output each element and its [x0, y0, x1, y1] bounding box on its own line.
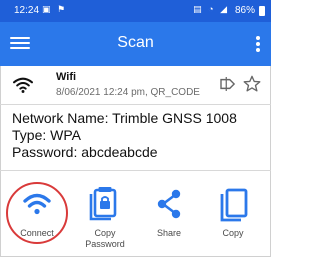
battery-icon: [259, 6, 265, 16]
more-vert-icon[interactable]: [255, 34, 261, 54]
copy-label: Copy: [222, 228, 244, 238]
result-header: Wifi 8/06/2021 12:24 pm, QR_CODE: [0, 66, 271, 104]
signal-icons: ▤ ◔ ◢: [193, 4, 229, 14]
status-bar: 12:24 ▣ ⚑ ▤ ◔ ◢ 86%: [0, 0, 271, 22]
result-meta: 8/06/2021 12:24 pm, QR_CODE: [56, 87, 200, 98]
star-icon[interactable]: [243, 75, 261, 93]
copy-password-button[interactable]: Copy Password: [75, 180, 135, 257]
wifi-icon: [13, 77, 33, 93]
battery-percent: 86%: [234, 5, 255, 16]
share-label: Share: [156, 228, 182, 238]
network-name: Network Name: Trimble GNSS 1008: [12, 110, 237, 126]
divider: [0, 170, 271, 171]
network-password: Password: abcdeabcde: [12, 144, 158, 160]
network-type: Type: WPA: [12, 127, 81, 143]
copy-icon: [220, 188, 248, 222]
share-button[interactable]: Share: [139, 180, 199, 257]
page-title: Scan: [117, 34, 154, 51]
scan-content: Network Name: Trimble GNSS 1008 Type: WP…: [12, 110, 267, 161]
copy-password-icon: [89, 187, 117, 221]
highlight-circle: [6, 182, 68, 244]
status-time: 12:24: [14, 5, 40, 16]
app-bar: Scan: [0, 22, 271, 66]
copy-button[interactable]: Copy: [203, 180, 263, 257]
share-icon: [157, 189, 181, 219]
divider: [0, 104, 271, 105]
copy-password-label: Copy Password: [85, 228, 125, 249]
notification-icons: ▣ ⚑: [42, 4, 68, 14]
tag-icon[interactable]: [219, 77, 237, 91]
result-type: Wifi: [56, 71, 77, 83]
